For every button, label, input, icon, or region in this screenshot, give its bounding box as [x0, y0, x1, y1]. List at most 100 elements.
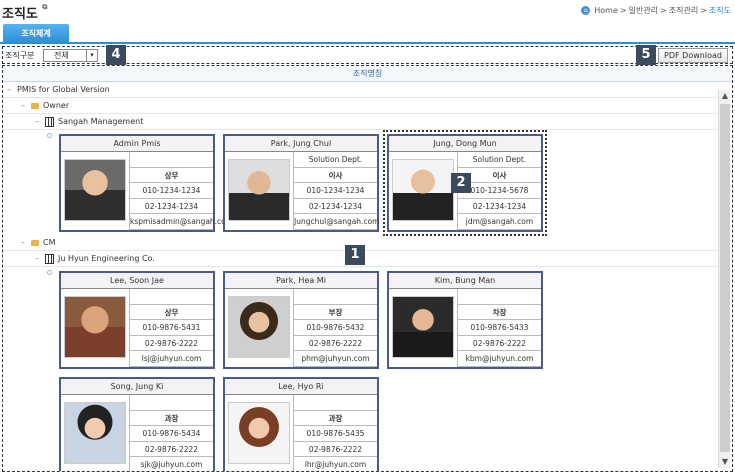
person-photo — [392, 159, 454, 221]
person-name: Jung, Dong Mun — [389, 136, 541, 152]
tab-org-structure[interactable]: 조직체계 — [3, 24, 69, 44]
callout-badge-4: 4 — [106, 45, 126, 65]
person-mobile: 010-1234-1234 — [129, 183, 213, 199]
person-phone: 02-9876-2222 — [293, 441, 377, 457]
person-rank: 이사 — [293, 167, 377, 183]
collapse-icon[interactable]: – — [7, 82, 17, 98]
person-mobile: 010-9876-5434 — [129, 426, 213, 442]
person-email: sjk@juhyun.com — [129, 457, 213, 471]
link-icon[interactable]: ⧉ — [42, 3, 47, 11]
person-photo — [228, 159, 290, 221]
collapse-icon[interactable]: – — [35, 114, 45, 130]
person-dept: Solution Dept. — [457, 152, 541, 168]
person-card[interactable]: Kim, Bung Man 차장 010-9876-5433 02-9876-2… — [387, 271, 543, 369]
breadcrumb-general[interactable]: 일반관리 — [629, 5, 658, 16]
page-title: 조직도 ⧉ — [2, 3, 47, 22]
breadcrumb: ⌂ Home > 일반관리 > 조직관리 > 조직도 — [581, 5, 731, 16]
vertical-scrollbar[interactable]: ▲ ▼ — [718, 90, 730, 468]
person-rank: 차장 — [457, 304, 541, 320]
person-photo — [392, 296, 454, 358]
collapse-icon[interactable]: – — [35, 251, 45, 267]
collapse-icon[interactable]: – — [21, 98, 31, 114]
tree-node-sangah[interactable]: – Sangah Management — [3, 114, 717, 130]
person-rank: 부장 — [293, 304, 377, 320]
person-name: Park, Hea Mi — [225, 273, 377, 289]
person-name: Lee, Soon Jae — [61, 273, 213, 289]
breadcrumb-home[interactable]: Home — [594, 6, 618, 15]
tree-node-label: PMIS for Global Version — [17, 84, 110, 94]
person-photo — [64, 402, 126, 464]
person-dept — [293, 395, 377, 411]
person-dept: Solution Dept. — [293, 152, 377, 168]
person-rank: 과장 — [293, 410, 377, 426]
person-email: lsj@juhyun.com — [129, 351, 213, 367]
person-card[interactable]: Lee, Soon Jae 상무 010-9876-5431 02-9876-2… — [59, 271, 215, 369]
breadcrumb-separator: > — [660, 6, 667, 15]
tree-node-root[interactable]: – PMIS for Global Version — [3, 82, 717, 98]
person-email: kspmisadmin@sangah.com — [129, 214, 233, 230]
person-photo — [228, 296, 290, 358]
building-icon — [45, 253, 54, 264]
person-email: Jungchul@sangah.com — [293, 214, 379, 230]
page-title-text: 조직도 — [2, 7, 38, 22]
person-email: kbm@juhyun.com — [457, 351, 541, 367]
person-phone: 02-1234-1234 — [293, 198, 377, 214]
home-icon[interactable]: ⌂ — [581, 6, 591, 15]
person-card[interactable]: Song, Jung Ki 과장 010-9876-5434 02-9876-2… — [59, 377, 215, 471]
person-name: Kim, Bung Man — [389, 273, 541, 289]
tree-connector-icon — [47, 270, 52, 275]
person-mobile: 010-9876-5435 — [293, 426, 377, 442]
tree-node-owner[interactable]: – Owner — [3, 98, 717, 114]
chevron-down-icon[interactable]: ▾ — [86, 50, 97, 61]
org-type-value: 전체 — [54, 51, 69, 60]
folder-icon — [31, 102, 39, 109]
person-email: lhr@juhyun.com — [293, 457, 377, 471]
tab-bar: 조직체계 — [0, 24, 735, 44]
org-type-select[interactable]: 전체 ▾ — [43, 49, 98, 62]
person-dept — [293, 289, 377, 305]
person-mobile: 010-9876-5432 — [293, 320, 377, 336]
breadcrumb-org-mgmt[interactable]: 조직관리 — [669, 5, 698, 16]
person-mobile: 010-9876-5433 — [457, 320, 541, 336]
tree-connector-icon — [47, 133, 52, 138]
person-photo — [64, 296, 126, 358]
person-phone: 02-9876-2222 — [129, 441, 213, 457]
breadcrumb-separator: > — [700, 6, 707, 15]
person-rank: 과장 — [129, 410, 213, 426]
person-mobile: 010-9876-5431 — [129, 320, 213, 336]
person-dept — [129, 395, 213, 411]
person-name: Song, Jung Ki — [61, 379, 213, 395]
person-name: Lee, Hyo Ri — [225, 379, 377, 395]
person-mobile: 010-1234-1234 — [293, 183, 377, 199]
breadcrumb-current: 조직도 — [708, 6, 731, 15]
org-chart-panel: 조직명칭 ▲ ▼ – PMIS for Global Version – Own… — [2, 65, 733, 472]
tree-node-label: CM — [43, 237, 56, 247]
tree-node-label: Owner — [43, 100, 70, 110]
person-card[interactable]: Lee, Hyo Ri 과장 010-9876-5435 02-9876-222… — [223, 377, 379, 471]
person-card[interactable]: Admin Pmis 상무 010-1234-1234 02-1234-1234… — [59, 134, 233, 232]
breadcrumb-separator: > — [619, 6, 627, 15]
org-panel-header: 조직명칭 — [3, 66, 732, 82]
person-name: Admin Pmis — [61, 136, 213, 152]
pdf-download-button[interactable]: PDF Download — [658, 48, 728, 63]
person-phone: 02-9876-2222 — [129, 335, 213, 351]
person-card[interactable]: Park, Jung Chul Solution Dept. 이사 010-12… — [223, 134, 379, 232]
person-dept — [129, 289, 213, 305]
person-phone: 02-1234-1234 — [457, 198, 541, 214]
scroll-down-icon[interactable]: ▼ — [719, 456, 731, 468]
person-dept — [129, 152, 213, 168]
person-email: jdm@sangah.com — [457, 214, 541, 230]
scroll-up-icon[interactable]: ▲ — [719, 90, 731, 102]
collapse-icon[interactable]: – — [21, 235, 31, 251]
scroll-thumb[interactable] — [720, 104, 730, 452]
person-card[interactable]: Park, Hea Mi 부장 010-9876-5432 02-9876-22… — [223, 271, 379, 369]
person-phone: 02-1234-1234 — [129, 198, 213, 214]
person-phone: 02-9876-2222 — [457, 335, 541, 351]
person-phone: 02-9876-2222 — [293, 335, 377, 351]
person-dept — [457, 289, 541, 305]
building-icon — [45, 116, 54, 127]
person-photo — [228, 402, 290, 464]
callout-badge-5: 5 — [636, 45, 656, 65]
callout-badge-2: 2 — [451, 173, 471, 193]
folder-icon — [31, 239, 39, 246]
